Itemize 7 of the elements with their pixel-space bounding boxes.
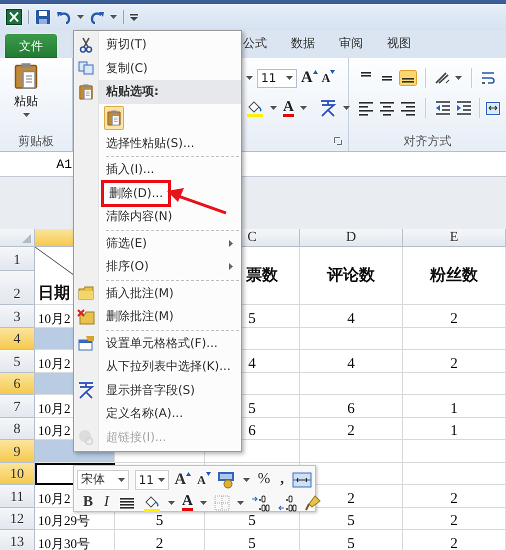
column-title: 粉丝数: [430, 268, 478, 282]
column-title: 评论数: [327, 268, 375, 282]
group-label: 剪贴板: [17, 132, 55, 150]
column-title: 票数: [246, 268, 278, 282]
group-label: 对齐方式: [402, 132, 452, 150]
column-title: 日期: [38, 286, 70, 300]
menu-section-header: 粘贴选项:: [99, 80, 241, 104]
